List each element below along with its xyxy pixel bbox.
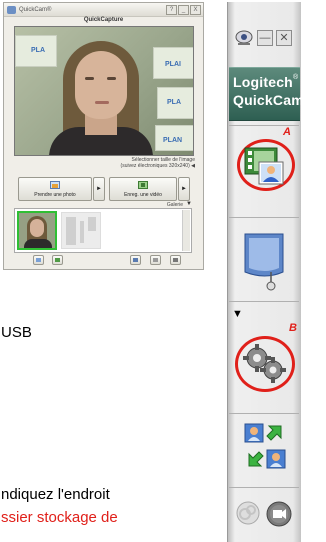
camera-preview: PLA PLAI PLA PLAN bbox=[14, 26, 194, 156]
label-b: B bbox=[289, 322, 297, 334]
video-messaging-icon[interactable] bbox=[241, 228, 287, 292]
photo-options-arrow[interactable]: ► bbox=[93, 177, 105, 201]
record-video-button[interactable]: Enreg. une vidéo bbox=[109, 177, 177, 201]
take-photo-label: Prendre une photo bbox=[34, 192, 76, 198]
help-button[interactable]: ? bbox=[166, 4, 177, 15]
text-usb: USB bbox=[1, 324, 32, 341]
close-button[interactable]: X bbox=[190, 4, 201, 15]
text-indiquez: ndiquez l'endroit bbox=[1, 486, 110, 503]
effects-icon[interactable] bbox=[235, 500, 261, 526]
photo-icon bbox=[50, 181, 60, 189]
text-dossier: ssier stockage de bbox=[1, 509, 118, 526]
capture-section: A bbox=[229, 125, 299, 216]
expand-triangle[interactable]: ▼ bbox=[232, 308, 243, 320]
poster-text: PLAI bbox=[165, 61, 181, 68]
minimize-button[interactable]: — bbox=[257, 30, 273, 46]
brand-banner: Logitech QuickCam ® bbox=[229, 67, 304, 121]
settings-section: ▼ B bbox=[229, 301, 299, 412]
gallery-scrollbar[interactable] bbox=[182, 210, 190, 251]
video-section bbox=[229, 217, 299, 300]
record-video-icon[interactable] bbox=[265, 500, 293, 528]
image-size-value[interactable]: (suivez électroniques 320x240) ◀ bbox=[121, 163, 195, 169]
window-title: QuickCam® bbox=[19, 6, 52, 13]
poster-text: PLA bbox=[31, 47, 45, 54]
settings-gears-icon[interactable] bbox=[239, 338, 289, 388]
poster-text: PLAN bbox=[163, 137, 183, 144]
video-icon bbox=[138, 181, 148, 189]
webcam-icon[interactable] bbox=[234, 29, 254, 47]
take-photo-button[interactable]: Prendre une photo bbox=[18, 177, 92, 201]
quickcam-logo-icon bbox=[7, 5, 16, 14]
gallery-thumbnail[interactable] bbox=[61, 212, 101, 249]
quickcapture-window: QuickCam® ? _ X QuickCapture PLA PLAI PL… bbox=[3, 2, 204, 270]
video-call-icon[interactable] bbox=[243, 422, 287, 470]
quickcapture-icon[interactable] bbox=[239, 144, 287, 188]
edit-icon[interactable] bbox=[130, 255, 141, 265]
delete-icon[interactable] bbox=[170, 255, 181, 265]
minimize-button[interactable]: _ bbox=[178, 4, 189, 15]
brand-name-quickcam: QuickCam bbox=[233, 92, 304, 108]
window-titlebar: QuickCam® ? _ X bbox=[4, 3, 203, 17]
gallery-dropdown-icon[interactable]: ▼ bbox=[186, 201, 192, 207]
gallery-thumbnail-selected[interactable] bbox=[17, 211, 57, 250]
print-icon[interactable] bbox=[150, 255, 161, 265]
gallery-panel bbox=[14, 208, 192, 253]
contacts-section bbox=[229, 413, 299, 486]
gallery-toolbar bbox=[14, 254, 192, 266]
video-options-arrow[interactable]: ► bbox=[178, 177, 190, 201]
window-subtitle: QuickCapture bbox=[83, 17, 124, 23]
bottom-section bbox=[229, 487, 299, 541]
poster-text: PLA bbox=[167, 99, 181, 106]
videos-view-icon[interactable] bbox=[52, 255, 63, 265]
person-face bbox=[75, 51, 127, 119]
label-a: A bbox=[283, 126, 291, 138]
record-video-label: Enreg. une vidéo bbox=[124, 192, 162, 198]
brand-name-logitech: Logitech bbox=[233, 74, 293, 90]
photos-view-icon[interactable] bbox=[33, 255, 44, 265]
close-button[interactable]: ✕ bbox=[276, 30, 292, 46]
registered-mark: ® bbox=[293, 74, 299, 81]
